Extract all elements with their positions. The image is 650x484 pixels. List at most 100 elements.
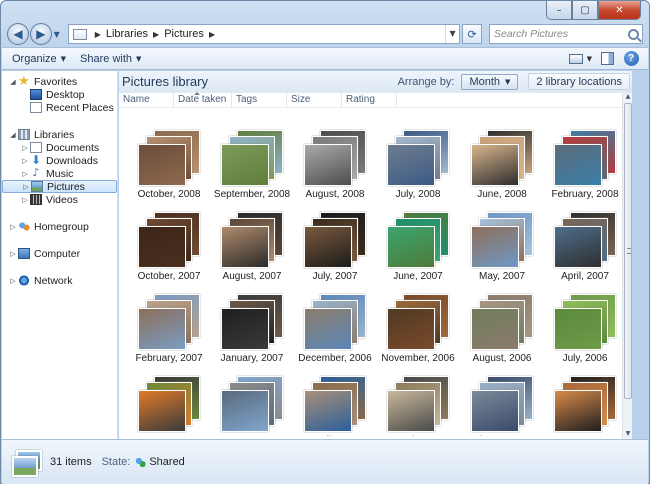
recent-pages-dropdown[interactable]: ▼: [52, 30, 62, 39]
change-view-button[interactable]: [567, 51, 585, 67]
column-header-date-taken[interactable]: Date taken: [174, 92, 232, 107]
libraries-icon: [18, 129, 30, 140]
photo-stack-thumbnail: [221, 130, 283, 190]
picture-group-tile[interactable]: May, 2006: [210, 375, 294, 436]
picture-group-tile[interactable]: August, 2008: [293, 129, 377, 211]
expand-arrow-icon[interactable]: ▷: [8, 223, 18, 231]
picture-group-tile[interactable]: April, 2007: [543, 211, 627, 293]
scrollbar-thumb[interactable]: [624, 103, 632, 399]
picture-group-tile[interactable]: July, 2006: [543, 293, 627, 375]
column-header-size[interactable]: Size: [287, 93, 342, 107]
minimize-button[interactable]: –: [546, 1, 572, 20]
maximize-button[interactable]: ▢: [572, 1, 598, 20]
breadcrumb-separator-icon[interactable]: ▶: [95, 30, 101, 39]
picture-group-tile[interactable]: August, 2007: [210, 211, 294, 293]
picture-group-tile[interactable]: March, 2006: [376, 375, 460, 436]
column-header-name[interactable]: Name: [119, 93, 174, 107]
picture-group-tile[interactable]: July, 2008: [376, 129, 460, 211]
picture-group-tile[interactable]: September, 2008: [210, 129, 294, 211]
back-button[interactable]: ◀: [7, 23, 29, 45]
address-history-dropdown[interactable]: ▼: [445, 25, 459, 43]
photo-thumbnail: [221, 144, 269, 186]
group-label: February, 2007: [135, 353, 203, 364]
nav-pictures[interactable]: ▷ Pictures: [2, 180, 117, 193]
expand-arrow-icon[interactable]: ▷: [20, 144, 30, 152]
group-label: June, 2007: [393, 271, 443, 282]
preview-pane-button[interactable]: [598, 51, 616, 67]
help-button[interactable]: ?: [622, 51, 640, 67]
nav-music[interactable]: ▷ ♪ Music: [2, 167, 117, 180]
nav-recent-places-label: Recent Places: [46, 101, 114, 114]
close-button[interactable]: ✕: [598, 1, 641, 20]
nav-videos[interactable]: ▷ Videos: [2, 193, 117, 206]
views-dropdown-icon[interactable]: ▼: [587, 55, 592, 63]
arrange-by-dropdown[interactable]: Month ▼: [461, 73, 519, 90]
expand-arrow-icon[interactable]: ▷: [21, 183, 31, 191]
nav-desktop-label: Desktop: [46, 88, 85, 101]
group-label: January, 2006: [543, 435, 627, 436]
collapse-arrow-icon[interactable]: ◢: [8, 131, 18, 139]
nav-libraries[interactable]: ◢ Libraries: [2, 128, 117, 141]
scroll-down-arrow-icon[interactable]: ▼: [624, 430, 632, 439]
picture-group-tile[interactable]: February, 2006: [460, 375, 544, 436]
content-pane: Pictures library Arrange by: Month ▼ 2 l…: [119, 71, 632, 439]
breadcrumb-separator-icon[interactable]: ▶: [153, 30, 159, 39]
collapse-arrow-icon[interactable]: ◢: [8, 78, 18, 86]
nav-network[interactable]: ▷ Network: [2, 274, 117, 287]
photo-thumbnail: [387, 390, 435, 432]
address-bar[interactable]: ▶ Libraries ▶ Pictures ▶ ▼: [67, 24, 461, 44]
picture-group-tile[interactable]: January, 2006: [543, 375, 627, 436]
breadcrumb-pictures[interactable]: Pictures: [164, 28, 204, 40]
shared-icon: [135, 456, 147, 468]
search-icon[interactable]: [628, 28, 640, 40]
picture-group-tile[interactable]: February, 2007: [127, 293, 211, 375]
picture-group-tile[interactable]: June, 2008: [460, 129, 544, 211]
nav-desktop[interactable]: Desktop: [2, 88, 117, 101]
picture-group-tile[interactable]: June, 2006: [127, 375, 211, 436]
item-count: 31 items: [50, 456, 92, 468]
picture-group-tile[interactable]: October, 2008: [127, 129, 211, 211]
nav-homegroup[interactable]: ▷ Homegroup: [2, 220, 117, 233]
nav-favorites[interactable]: ◢ ★ Favorites: [2, 75, 117, 88]
library-locations-button[interactable]: 2 library locations: [528, 73, 630, 90]
picture-group-tile[interactable]: October, 2007: [127, 211, 211, 293]
expand-arrow-icon[interactable]: ▷: [20, 157, 30, 165]
photo-stack-thumbnail: [138, 294, 200, 354]
refresh-button[interactable]: ⟳: [462, 24, 482, 44]
column-header-tags[interactable]: Tags: [232, 93, 287, 107]
nav-pictures-label: Pictures: [47, 180, 85, 193]
group-label: September, 2008: [213, 189, 291, 200]
nav-recent-places[interactable]: Recent Places: [2, 101, 117, 114]
scroll-up-arrow-icon[interactable]: ▲: [624, 93, 632, 102]
group-label: January, 2007: [220, 353, 284, 364]
organize-menu[interactable]: Organize ▼: [12, 53, 66, 65]
picture-group-tile[interactable]: August, 2006: [460, 293, 544, 375]
picture-group-tile[interactable]: May, 2007: [460, 211, 544, 293]
forward-button[interactable]: ▶: [29, 23, 52, 45]
group-label: February, 2006: [460, 435, 544, 436]
expand-arrow-icon[interactable]: ▷: [8, 250, 18, 258]
expand-arrow-icon[interactable]: ▷: [20, 170, 30, 178]
share-with-menu[interactable]: Share with ▼: [80, 53, 141, 65]
nav-downloads[interactable]: ▷ ⬇ Downloads: [2, 154, 117, 167]
expand-arrow-icon[interactable]: ▷: [20, 196, 30, 204]
picture-group-tile[interactable]: December, 2006: [293, 293, 377, 375]
vertical-scrollbar[interactable]: ▲ ▼: [622, 93, 632, 439]
picture-group-tile[interactable]: February, 2008: [543, 129, 627, 211]
photo-stack-thumbnail: [471, 212, 533, 272]
picture-group-tile[interactable]: April, 2006: [293, 375, 377, 436]
picture-group-tile[interactable]: July, 2007: [293, 211, 377, 293]
state-label: State:: [101, 456, 131, 468]
picture-group-tile[interactable]: November, 2006: [376, 293, 460, 375]
nav-computer[interactable]: ▷ Computer: [2, 247, 117, 260]
music-note-icon: ♪: [32, 166, 40, 179]
breadcrumb-separator-icon[interactable]: ▶: [209, 30, 215, 39]
search-box[interactable]: Search Pictures: [489, 24, 644, 44]
nav-documents[interactable]: ▷ Documents: [2, 141, 117, 154]
expand-arrow-icon[interactable]: ▷: [8, 277, 18, 285]
column-header-rating[interactable]: Rating: [342, 93, 397, 107]
picture-group-tile[interactable]: June, 2007: [376, 211, 460, 293]
photo-thumbnail: [138, 226, 186, 268]
picture-group-tile[interactable]: January, 2007: [210, 293, 294, 375]
breadcrumb-libraries[interactable]: Libraries: [106, 28, 148, 40]
